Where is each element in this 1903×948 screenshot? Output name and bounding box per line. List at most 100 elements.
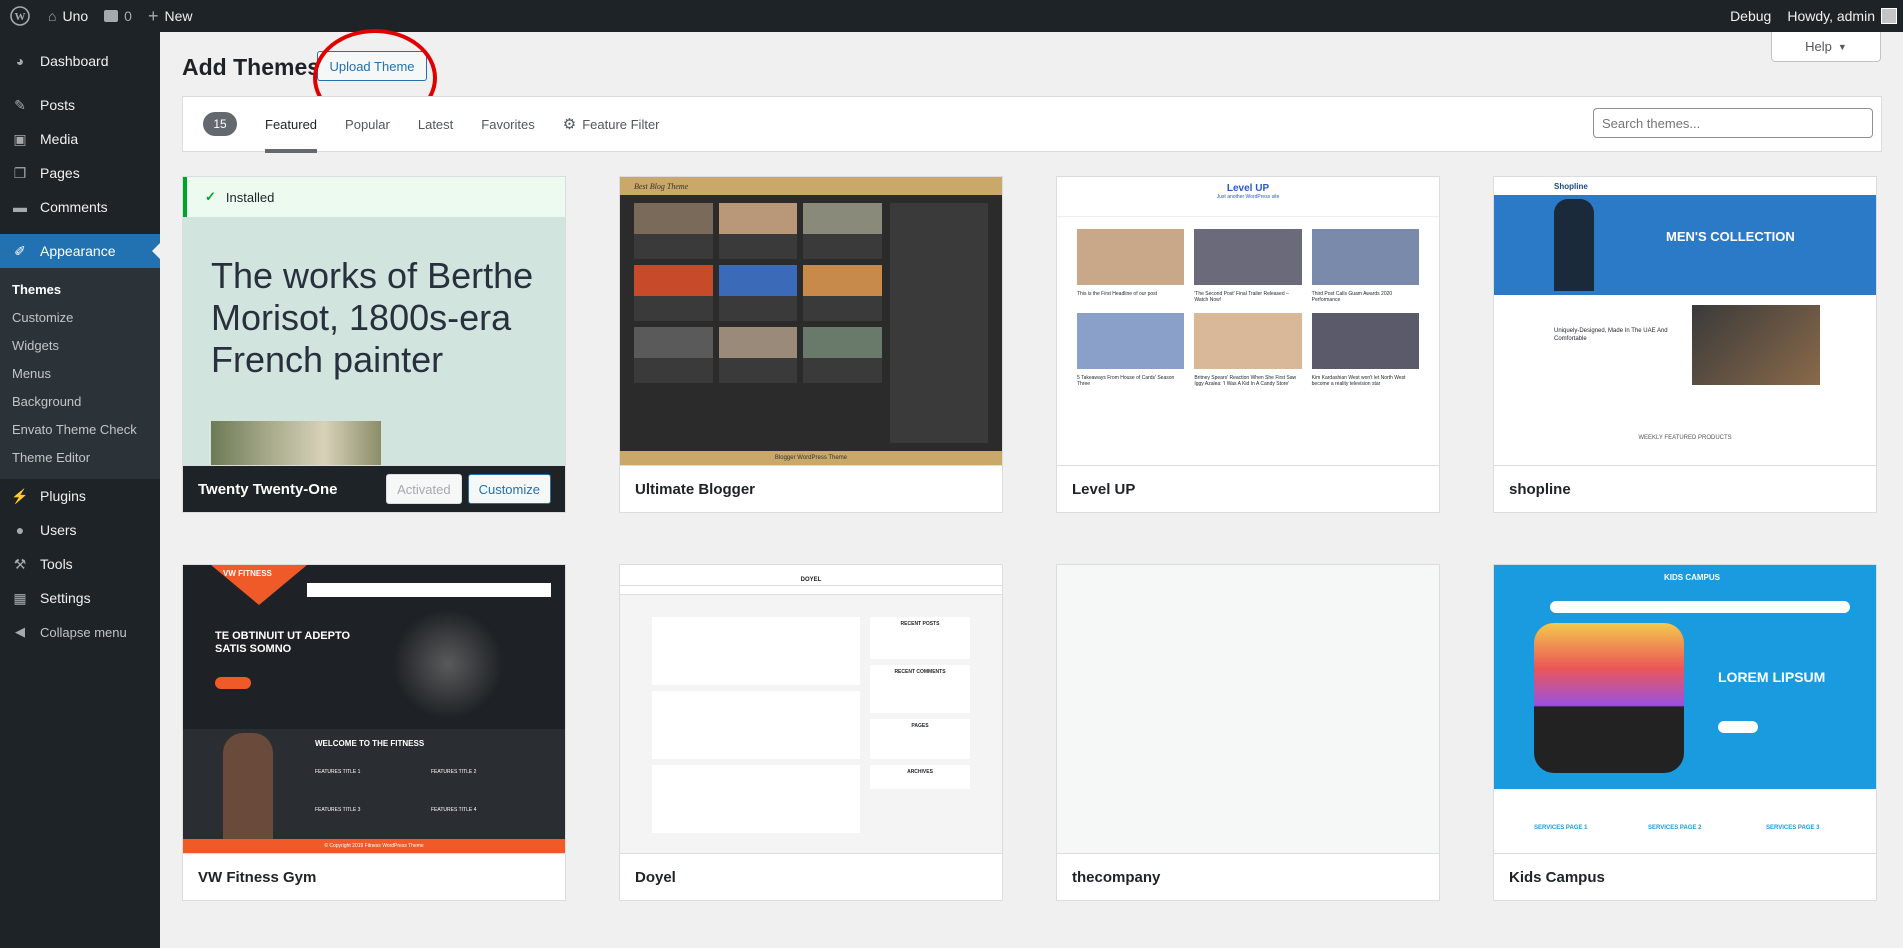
brush-icon: ✐ [14,242,26,259]
theme-card-vw-fitness-gym[interactable]: VW FITNESS TE OBTINUIT UT ADEPTO SATIS S… [182,564,566,901]
painting-image [211,421,381,465]
menu-item-pages[interactable]: ❐ Pages [0,156,160,190]
new-content-link[interactable]: + New [140,0,201,32]
comment-bubble-icon [104,10,119,22]
doyel-nav [620,585,1002,595]
gear-icon: ⚙ [562,116,577,133]
menu-item-comments[interactable]: ▬ Comments [0,190,160,224]
blog-sidebar [890,203,988,443]
vw-feature: FEATURES TITLE 3 [315,807,361,813]
activated-button: Activated [386,474,462,504]
account-link[interactable]: Howdy, admin [1779,0,1903,32]
customize-button[interactable]: Customize [467,474,551,504]
submenu-menus[interactable]: Menus [0,359,160,387]
checkmark-icon: ✓ [205,189,216,204]
post-card: Kim Kardashian West won't let North West… [1311,313,1419,387]
athlete-image [393,609,503,719]
menu-label: Comments [40,199,108,215]
kids-hero: KIDS CAMPUS LOREM LIPSUM [1494,565,1876,789]
comments-icon: ▬ [13,199,27,215]
menu-label: Settings [40,590,91,606]
menu-label: Media [40,131,79,147]
post-thumb [634,265,713,321]
feature-filter-button[interactable]: ⚙ Feature Filter [563,96,660,152]
doyel-widgets: RECENT POSTS RECENT COMMENTS PAGES ARCHI… [870,617,970,789]
theme-name: Doyel [620,853,1002,900]
theme-name: Ultimate Blogger [620,465,1002,512]
tab-featured[interactable]: Featured [265,96,318,153]
theme-screenshot: DOYEL RECENT POSTS RECENT COMMENTS PAGES… [620,565,1002,853]
tab-favorites[interactable]: Favorites [481,96,534,152]
tab-popular[interactable]: Popular [345,96,390,152]
suit-image [1554,199,1594,291]
wrench-icon: ⚒ [13,555,27,572]
vw-feature: FEATURES TITLE 2 [431,769,477,775]
submenu-customize[interactable]: Customize [0,303,160,331]
post-thumb [803,265,882,321]
submenu-widgets[interactable]: Widgets [0,331,160,359]
search-themes-input[interactable] [1593,108,1873,138]
theme-card-doyel[interactable]: DOYEL RECENT POSTS RECENT COMMENTS PAGES… [619,564,1003,901]
submenu-theme-editor[interactable]: Theme Editor [0,443,160,471]
theme-card-thecompany[interactable]: thecompany [1056,564,1440,901]
svg-text:W: W [15,11,26,23]
submenu-envato-theme-check[interactable]: Envato Theme Check [0,415,160,443]
theme-card-level-up[interactable]: Level UP Just another WordPress site Thi… [1056,176,1440,513]
appearance-submenu: Themes Customize Widgets Menus Backgroun… [0,268,160,479]
levelup-grid: This is the First Headline of our post '… [1077,229,1419,387]
theme-card-shopline[interactable]: Shopline MEN'S COLLECTION Uniquely-Desig… [1493,176,1877,513]
comments-link[interactable]: 0 [96,0,140,32]
levelup-header: Level UP Just another WordPress site [1057,177,1439,217]
menu-label: Plugins [40,488,86,504]
post-card: Britney Spears' Reaction When She First … [1194,313,1302,387]
theme-card-ultimate-blogger[interactable]: Best Blog Theme Blogger WordPress Theme … [619,176,1003,513]
menu-label: Pages [40,165,80,181]
blog-footer-text: Blogger WordPress Theme [774,455,848,461]
theme-card-kids-campus[interactable]: KIDS CAMPUS LOREM LIPSUM SERVICES PAGE 1… [1493,564,1877,901]
collapse-menu-button[interactable]: ◀ Collapse menu [0,615,160,649]
post-thumb [634,203,713,259]
menu-item-appearance[interactable]: ✐ Appearance [0,234,160,268]
theme-name: thecompany [1057,853,1439,900]
vw-nav [307,583,551,597]
submenu-background[interactable]: Background [0,387,160,415]
menu-item-users[interactable]: ● Users [0,513,160,547]
debug-link[interactable]: Debug [1722,0,1779,32]
post-thumb [718,265,798,321]
site-name-link[interactable]: ⌂ Uno [40,0,96,32]
tab-latest[interactable]: Latest [418,96,453,152]
main-content: Help ▼ Add Themes Upload Theme 15 Feature… [160,29,1903,948]
submenu-themes[interactable]: Themes [0,275,160,303]
menu-item-tools[interactable]: ⚒ Tools [0,547,160,581]
kids-service: SERVICES PAGE 3 [1766,825,1820,831]
woman-image [223,733,273,839]
vw-feature: FEATURES TITLE 4 [431,807,477,813]
vw-feature: FEATURES TITLE 1 [315,769,361,775]
theme-screenshot: KIDS CAMPUS LOREM LIPSUM SERVICES PAGE 1… [1494,565,1876,853]
menu-item-settings[interactable]: ▦ Settings [0,581,160,615]
theme-name: Kids Campus [1494,853,1876,900]
menu-item-posts[interactable]: ✎ Posts [0,88,160,122]
kids-banner-text: LOREM LIPSUM [1718,669,1826,685]
wordpress-logo-icon[interactable]: W [0,0,40,32]
shop-products-heading: WEEKLY FEATURED PRODUCTS [1638,435,1732,441]
theme-card-twenty-twenty-one[interactable]: ✓ Installed The works of Berthe Morisot, … [182,176,566,513]
kids-cta-button [1718,721,1758,733]
kids-service: SERVICES PAGE 1 [1534,825,1588,831]
new-label: New [164,8,193,24]
menu-item-media[interactable]: ▣ Media [0,122,160,156]
menu-label: Collapse menu [40,624,127,640]
help-tab-button[interactable]: Help ▼ [1771,32,1881,62]
menu-item-dashboard[interactable]: ◕ Dashboard [0,44,160,78]
menu-item-plugins[interactable]: ⚡ Plugins [0,479,160,513]
doyel-posts [652,617,860,833]
levelup-title: Level UP [1226,183,1270,194]
pencil-cup-image [1534,623,1684,773]
doyel-title: DOYEL [800,577,822,583]
plugin-icon: ⚡ [11,487,29,504]
post-thumb [718,327,798,383]
vw-lower-section: WELCOME TO THE FITNESS FEATURES TITLE 1 … [183,729,565,839]
blog-footer: Blogger WordPress Theme [620,451,1002,465]
plus-icon: + [147,5,159,26]
avatar [1881,8,1897,24]
